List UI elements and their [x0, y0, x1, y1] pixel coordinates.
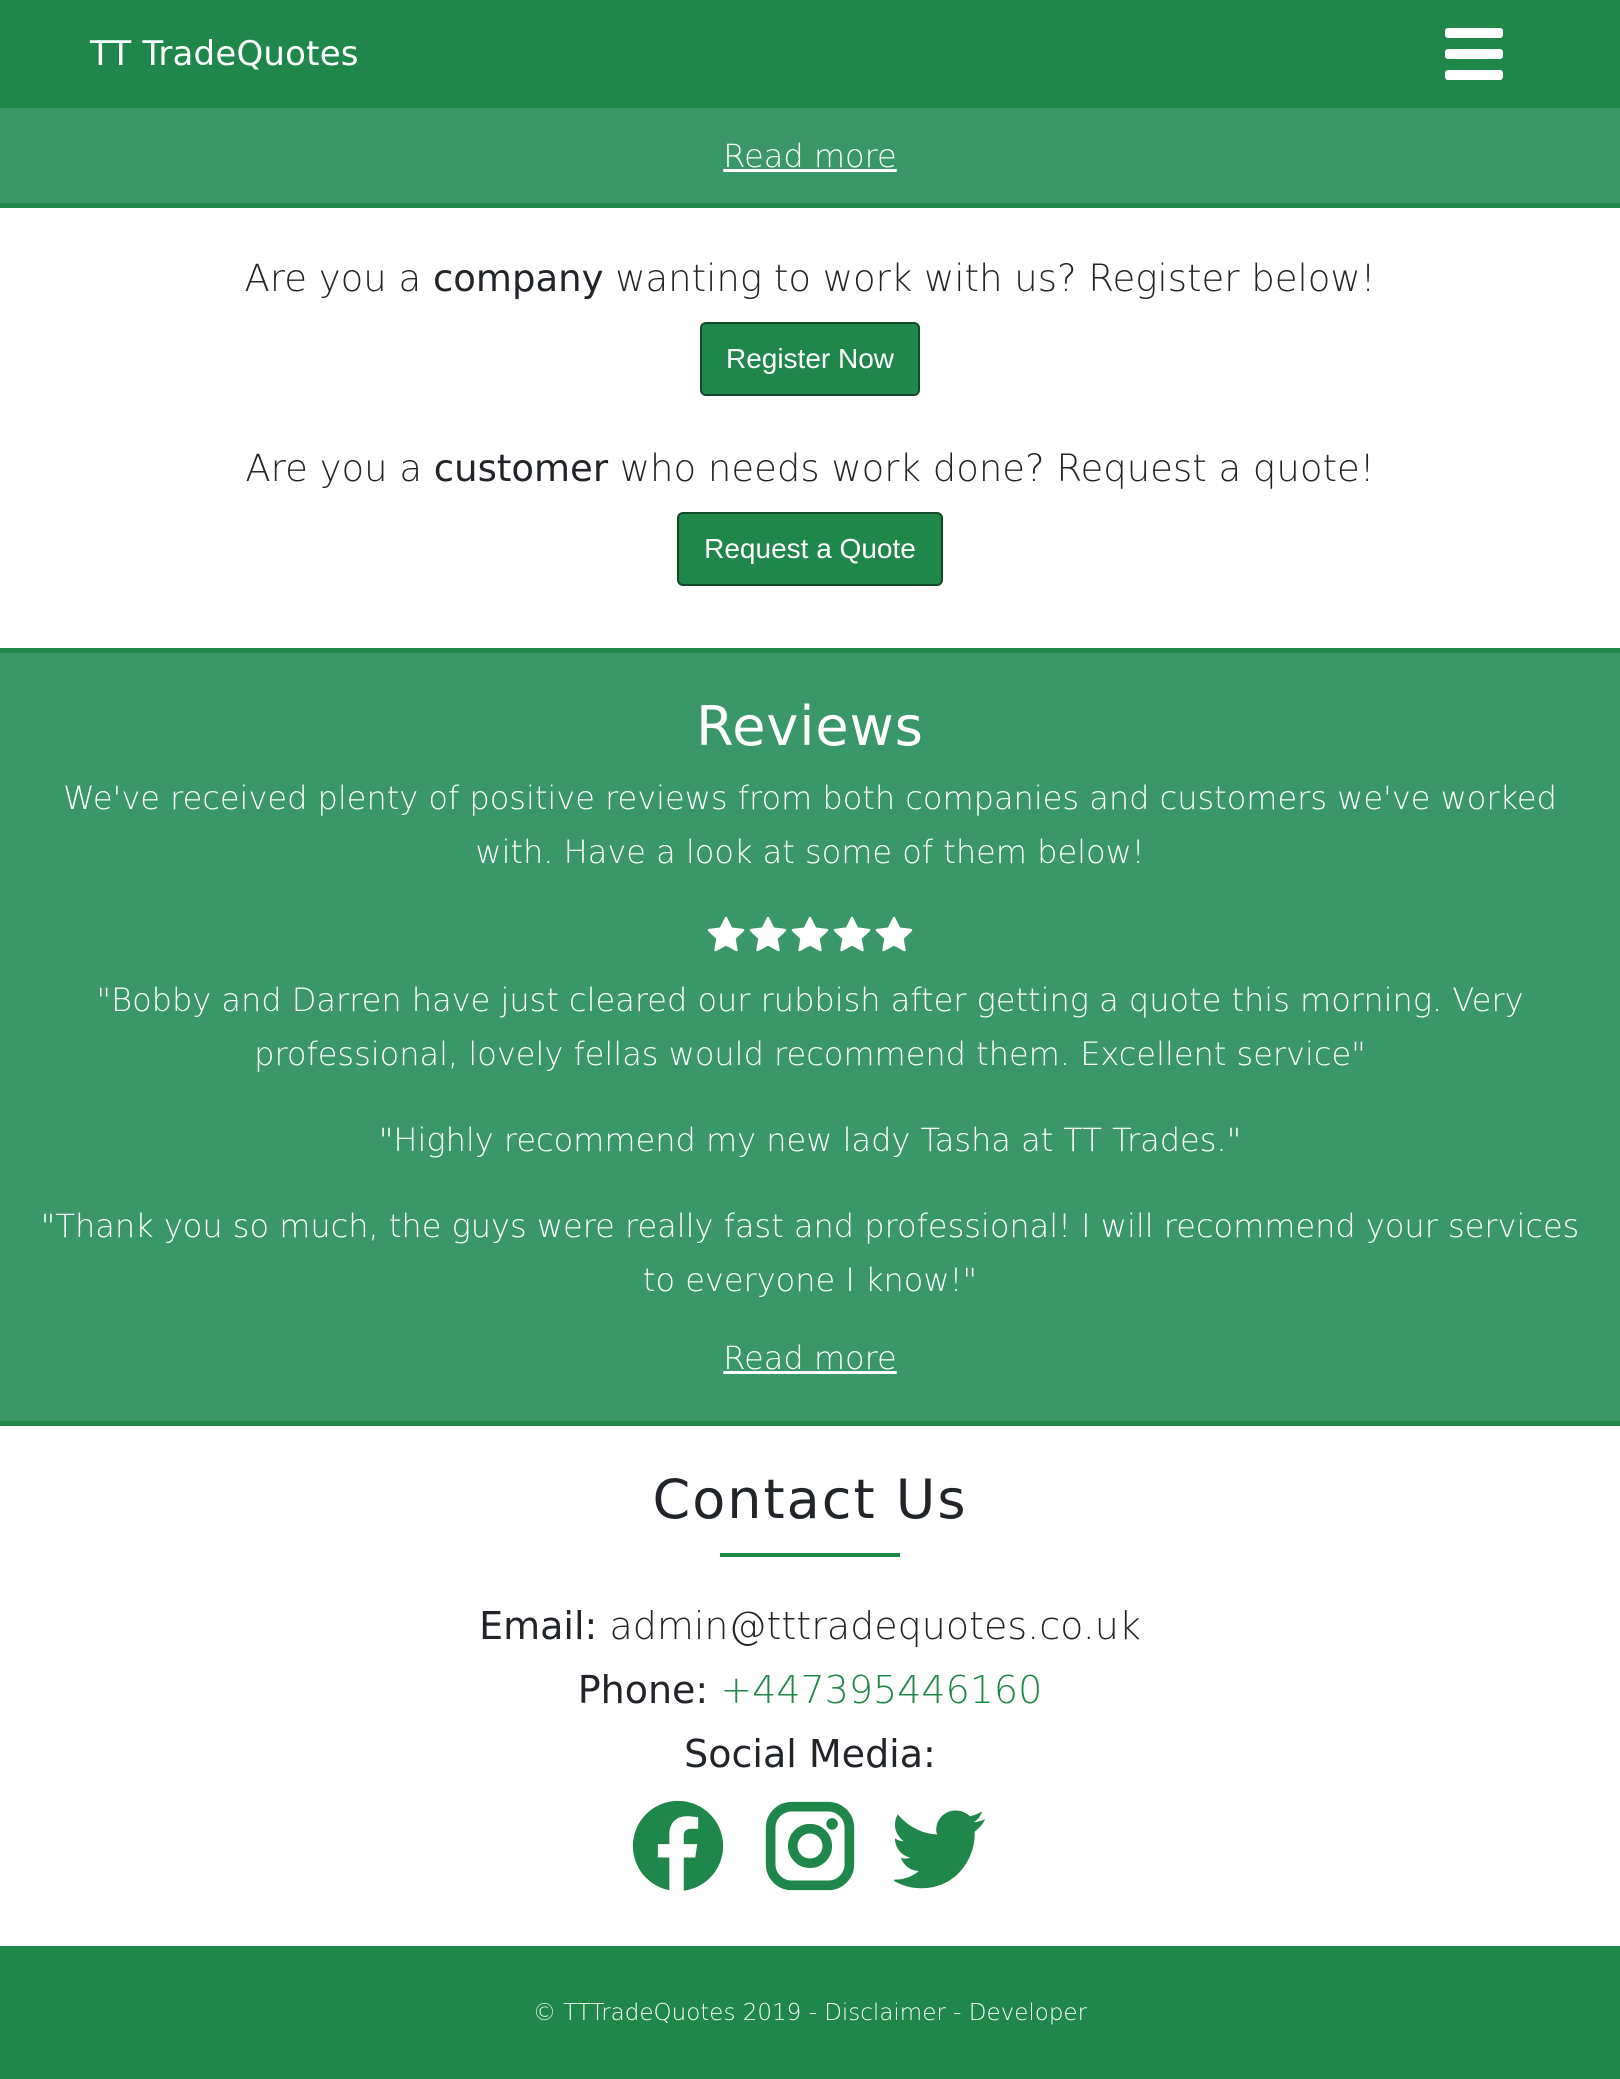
contact-section: Contact Us Email: admin@tttradequotes.co…	[0, 1426, 1620, 1946]
star-rating	[0, 915, 1620, 955]
cta-section: Are you a company wanting to work with u…	[0, 213, 1620, 648]
phone-link[interactable]: +447395446160	[720, 1668, 1042, 1712]
company-prompt-pre: Are you a	[244, 257, 433, 300]
social-line: Social Media:	[0, 1732, 1620, 1776]
footer: © TTTradeQuotes 2019 - Disclaimer - Deve…	[0, 1946, 1620, 2079]
developer-link[interactable]: Developer	[969, 2000, 1087, 2026]
request-quote-button[interactable]: Request a Quote	[677, 512, 943, 586]
star-icon	[749, 916, 787, 952]
email-label: Email:	[479, 1604, 598, 1648]
company-prompt: Are you a company wanting to work with u…	[0, 257, 1620, 300]
company-prompt-bold: company	[432, 257, 604, 300]
contact-title: Contact Us	[652, 1468, 968, 1531]
copyright-text: © TTTradeQuotes 2019	[532, 1999, 802, 2026]
reviews-title: Reviews	[696, 695, 924, 758]
phone-line: Phone: +447395446160	[0, 1668, 1620, 1712]
phone-label: Phone:	[577, 1668, 709, 1712]
brand-prefix: TT	[90, 34, 132, 74]
register-now-button[interactable]: Register Now	[700, 322, 920, 396]
customer-prompt-bold: customer	[433, 447, 609, 490]
reviews-intro: We've received plenty of positive review…	[63, 779, 1557, 871]
brand-logo[interactable]: TT TradeQuotes	[90, 34, 359, 74]
email-value: admin@tttradequotes.co.uk	[609, 1604, 1141, 1648]
star-icon	[875, 916, 913, 952]
star-icon	[791, 916, 829, 952]
hamburger-bar	[1445, 70, 1503, 80]
footer-separator: -	[801, 1999, 825, 2026]
email-line: Email: admin@tttradequotes.co.uk	[0, 1604, 1620, 1648]
facebook-icon[interactable]	[630, 1798, 726, 1894]
customer-prompt-pre: Are you a	[245, 447, 434, 490]
review-quote: "Bobby and Darren have just cleared our …	[96, 981, 1524, 1073]
star-icon	[833, 916, 871, 952]
hamburger-menu-icon[interactable]	[1445, 28, 1503, 80]
about-section-footer: Read more	[0, 108, 1620, 208]
company-prompt-post: wanting to work with us? Register below!	[603, 257, 1376, 300]
title-divider	[720, 1553, 900, 1557]
hamburger-bar	[1445, 28, 1503, 38]
social-icons	[0, 1798, 1620, 1894]
star-icon	[707, 916, 745, 952]
social-label: Social Media:	[684, 1732, 936, 1776]
instagram-icon[interactable]	[762, 1798, 858, 1894]
navbar: TT TradeQuotes	[0, 0, 1620, 108]
twitter-icon[interactable]	[894, 1798, 990, 1894]
brand-name: TradeQuotes	[142, 34, 359, 74]
review-quote: "Highly recommend my new lady Tasha at T…	[378, 1121, 1242, 1159]
hamburger-bar	[1445, 49, 1503, 59]
review-quote: "Thank you so much, the guys were really…	[40, 1207, 1580, 1299]
read-more-link[interactable]: Read more	[723, 137, 896, 175]
customer-prompt: Are you a customer who needs work done? …	[0, 447, 1620, 490]
reviews-read-more-link[interactable]: Read more	[0, 1339, 1620, 1377]
disclaimer-link[interactable]: Disclaimer	[824, 2000, 946, 2026]
customer-prompt-post: who needs work done? Request a quote!	[608, 447, 1375, 490]
reviews-section: Reviews We've received plenty of positiv…	[0, 648, 1620, 1426]
footer-separator: -	[945, 1999, 969, 2026]
